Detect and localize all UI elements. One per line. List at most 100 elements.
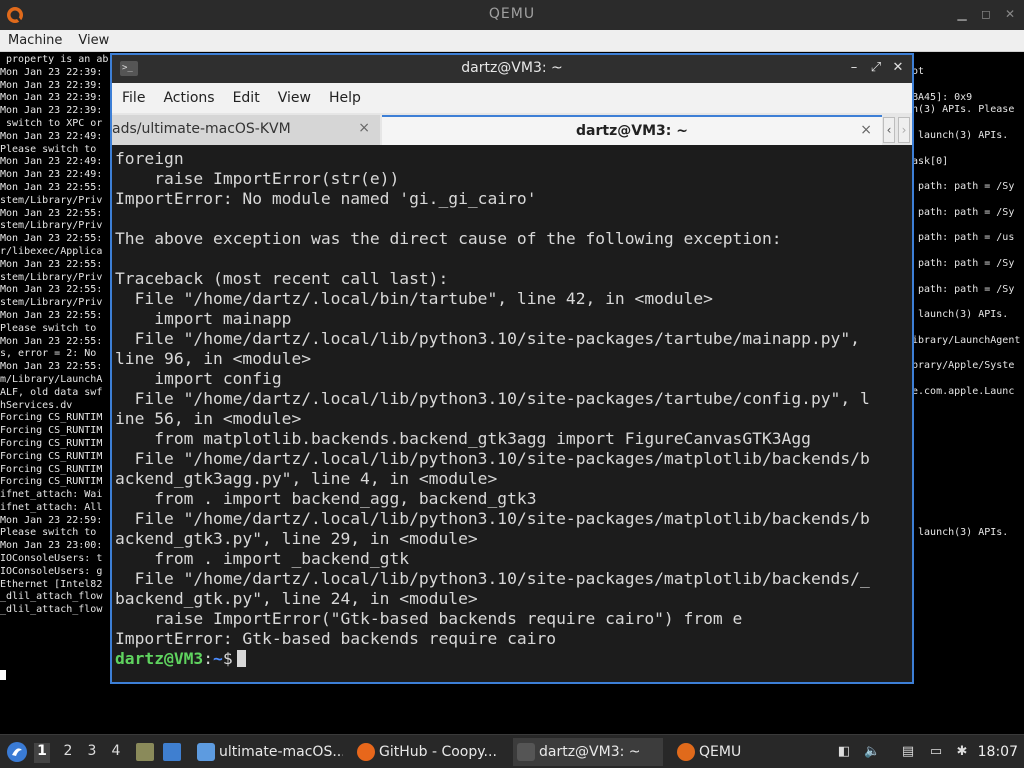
menu-view[interactable]: View bbox=[272, 90, 317, 106]
terminal-output-text: foreign raise ImportError(str(e)) Import… bbox=[115, 149, 870, 648]
prompt-symbol: $ bbox=[222, 649, 233, 668]
workspace-1[interactable]: 1 bbox=[34, 743, 50, 763]
console-log-left: property is an ab Mon Jan 23 22:39: Mon Ja… bbox=[0, 54, 112, 617]
menu-file[interactable]: File bbox=[116, 90, 151, 106]
terminal-menubar: File Actions Edit View Help bbox=[112, 83, 912, 113]
task-file-manager[interactable]: ultimate-macOS... bbox=[193, 738, 343, 766]
show-desktop-icon[interactable] bbox=[163, 743, 181, 761]
tab-ultimate-macos-kvm[interactable]: ads/ultimate-macOS-KVM × bbox=[112, 115, 380, 145]
prompt-separator: : bbox=[203, 649, 214, 668]
clock[interactable]: 18:07 bbox=[978, 744, 1018, 760]
maximize-icon[interactable]: ◻ bbox=[978, 5, 994, 23]
console-log-right: ot BA45]: 0x9 h(3) APIs. Please launch(3) … bbox=[912, 66, 1024, 539]
console-line: launch(3) APIs. bbox=[912, 309, 1009, 321]
menu-actions[interactable]: Actions bbox=[157, 90, 220, 106]
clipboard-icon[interactable]: ▤ bbox=[900, 744, 916, 760]
minimize-icon[interactable]: – bbox=[846, 59, 862, 77]
workspace-4[interactable]: 4 bbox=[108, 743, 124, 763]
task-terminal[interactable]: dartz@VM3: ~ bbox=[513, 738, 663, 766]
volume-icon[interactable]: 🔈 bbox=[864, 744, 880, 760]
menu-machine[interactable]: Machine bbox=[4, 33, 66, 48]
menu-view[interactable]: View bbox=[74, 33, 113, 48]
menu-help[interactable]: Help bbox=[323, 90, 367, 106]
task-qemu[interactable]: QEMU bbox=[673, 738, 823, 766]
qemu-icon bbox=[677, 743, 695, 761]
tab-close-icon[interactable]: × bbox=[860, 122, 872, 138]
console-line: path: path = /Sy bbox=[912, 181, 1015, 193]
tab-close-icon[interactable]: × bbox=[358, 120, 370, 136]
prompt-path: ~ bbox=[213, 649, 223, 668]
console-line: Please switch to bbox=[0, 143, 97, 155]
close-icon[interactable]: ✕ bbox=[1002, 5, 1018, 23]
task-label: GitHub - Coopy... bbox=[379, 744, 497, 760]
console-line: Ethernet [Intel82 bbox=[0, 578, 103, 590]
chevron-right-icon[interactable]: › bbox=[898, 117, 910, 143]
workspace-3[interactable]: 3 bbox=[84, 743, 100, 763]
console-line: Mon Jan 23 22:55: bbox=[0, 284, 103, 296]
keyboard-layout-icon[interactable]: ◧ bbox=[836, 744, 852, 760]
console-line: s, error = 2: No bbox=[0, 348, 97, 360]
chevron-left-icon[interactable]: ‹ bbox=[883, 117, 895, 143]
console-line: Mon Jan 23 22:55: bbox=[0, 309, 103, 321]
console-line: path: path = /Sy bbox=[912, 283, 1015, 295]
console-line: ifnet_attach: Wai bbox=[0, 489, 103, 501]
minimize-icon[interactable]: ▁ bbox=[954, 5, 970, 23]
console-line: BA45]: 0x9 bbox=[912, 91, 973, 103]
console-line: path: path = /Sy bbox=[912, 206, 1015, 218]
console-line: Forcing CS_RUNTIM bbox=[0, 476, 103, 488]
firefox-icon bbox=[357, 743, 375, 761]
console-line: Forcing CS_RUNTIM bbox=[0, 463, 103, 475]
app-menu-icon bbox=[7, 742, 27, 762]
task-label: QEMU bbox=[699, 744, 742, 760]
console-line: Forcing CS_RUNTIM bbox=[0, 412, 103, 424]
console-line: Mon Jan 23 22:59: bbox=[0, 514, 103, 526]
restore-icon[interactable]: ⤢ bbox=[868, 59, 884, 77]
console-line: Mon Jan 23 22:39: bbox=[0, 66, 103, 78]
console-line: ot bbox=[912, 66, 925, 77]
close-icon[interactable]: ✕ bbox=[890, 59, 906, 77]
start-menu-button[interactable] bbox=[6, 735, 28, 768]
console-line: launch(3) APIs. bbox=[912, 526, 1009, 538]
console-line: _dlil_attach_flow bbox=[0, 591, 103, 603]
folder-icon bbox=[197, 743, 215, 761]
console-line: path: path = /us bbox=[912, 232, 1015, 244]
bluetooth-icon[interactable]: ✱ bbox=[954, 744, 970, 760]
console-line: Forcing CS_RUNTIM bbox=[0, 450, 103, 462]
workspace-2[interactable]: 2 bbox=[60, 743, 76, 763]
prompt-user: dartz@VM3 bbox=[115, 649, 204, 668]
menu-edit[interactable]: Edit bbox=[227, 90, 266, 106]
console-line: Mon Jan 23 22:49: bbox=[0, 130, 103, 142]
terminal-output[interactable]: foreign raise ImportError(str(e)) Import… bbox=[112, 145, 912, 682]
console-line: brary/Apple/Syste bbox=[912, 360, 1015, 372]
console-line: ask[0] bbox=[912, 155, 949, 167]
console-line: path: path = /Sy bbox=[912, 257, 1015, 269]
console-line: Mon Jan 23 22:49: bbox=[0, 156, 103, 168]
console-line: Mon Jan 23 22:55: bbox=[0, 181, 103, 193]
console-line: Mon Jan 23 22:39: bbox=[0, 105, 103, 117]
tab-home[interactable]: dartz@VM3: ~ × bbox=[382, 115, 882, 145]
console-line: r/libexec/Applica bbox=[0, 245, 103, 257]
console-line: ALF, old data swf bbox=[0, 386, 103, 398]
file-manager-launcher-icon[interactable] bbox=[136, 743, 154, 761]
qemu-window-title: QEMU bbox=[488, 6, 536, 22]
console-line: IOConsoleUsers: t bbox=[0, 553, 103, 565]
console-line: Mon Jan 23 23:00: bbox=[0, 540, 103, 552]
network-icon[interactable]: ▭ bbox=[928, 744, 944, 760]
task-firefox[interactable]: GitHub - Coopy... bbox=[353, 738, 503, 766]
